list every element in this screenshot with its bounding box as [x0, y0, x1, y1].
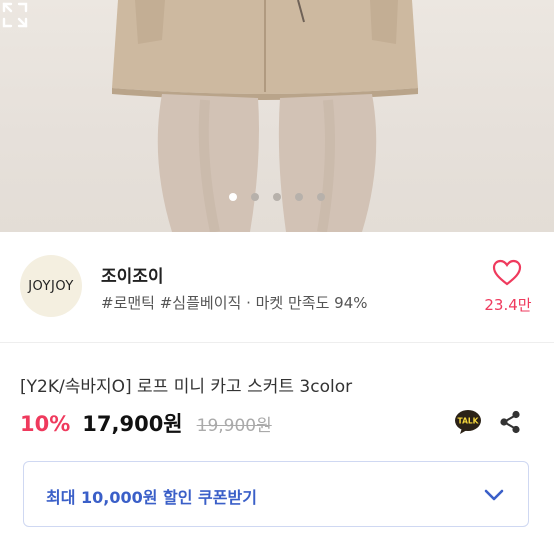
carousel-dot[interactable]: [251, 193, 259, 201]
seller-section: [0, 232, 554, 343]
seller-tags: #로맨틱 #심플베이직 · 마켓 만족도 94%: [101, 294, 368, 312]
carousel-dot[interactable]: [273, 193, 281, 201]
product-image[interactable]: [0, 0, 554, 232]
carousel-dot-active[interactable]: [229, 193, 237, 201]
carousel-dot[interactable]: [295, 193, 303, 201]
product-title: [Y2K/속바지O] 로프 미니 카고 스커트 3color: [20, 377, 353, 397]
seller-name[interactable]: 조이조이: [101, 262, 164, 287]
chevron-down-icon: [484, 489, 504, 501]
svg-text:TALK: TALK: [458, 417, 480, 426]
carousel-dots: [0, 193, 554, 201]
expand-icon[interactable]: [0, 0, 30, 30]
carousel-dot[interactable]: [317, 193, 325, 201]
coupon-button[interactable]: 최대 10,000원 할인 쿠폰받기: [23, 461, 529, 527]
share-icon[interactable]: [497, 409, 523, 435]
seller-logo-text: JOYJOY: [28, 278, 74, 294]
talk-icon[interactable]: TALK: [454, 409, 482, 435]
price-row: 10% 17,900원 19,900원: [20, 408, 272, 438]
coupon-label: 최대 10,000원 할인 쿠폰받기: [46, 488, 257, 507]
seller-logo[interactable]: JOYJOY: [20, 255, 82, 317]
likes-count: 23.4만: [484, 296, 532, 314]
heart-icon[interactable]: [492, 259, 522, 287]
original-price: 19,900원: [196, 416, 272, 436]
sale-price: 17,900원: [82, 412, 183, 436]
discount-rate: 10%: [20, 412, 71, 436]
